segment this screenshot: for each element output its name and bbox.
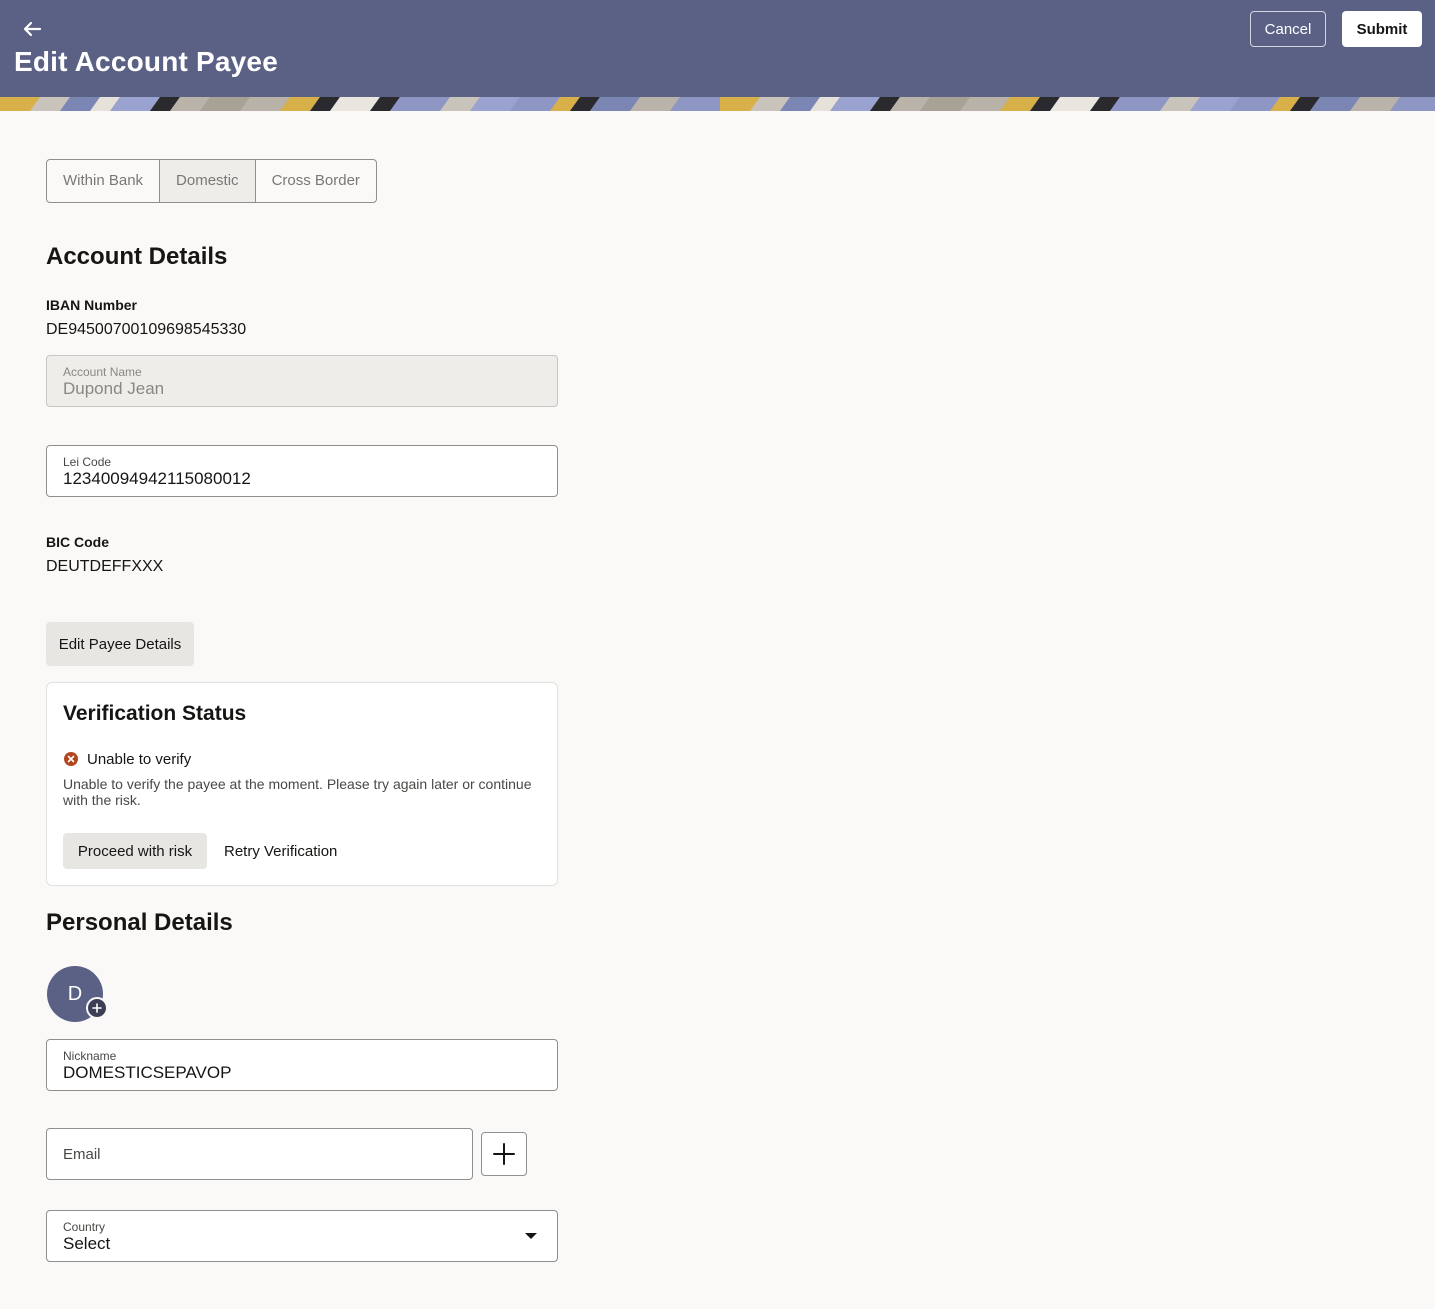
error-icon bbox=[64, 752, 78, 766]
iban-value: DE94500700109698545330 bbox=[46, 321, 247, 338]
iban-label: IBAN Number bbox=[46, 297, 138, 313]
bic-label: BIC Code bbox=[46, 534, 109, 550]
nickname-label: Nickname bbox=[63, 1049, 117, 1063]
edit-payee-details-button[interactable]: Edit Payee Details bbox=[46, 622, 194, 666]
tab-cross-border[interactable]: Cross Border bbox=[256, 160, 376, 202]
lei-code-value[interactable]: 12340094942115080012 bbox=[63, 469, 251, 489]
account-name-field: Account Name Dupond Jean bbox=[46, 355, 558, 407]
personal-details-heading: Personal Details bbox=[46, 909, 233, 936]
page-title: Edit Account Payee bbox=[14, 46, 278, 77]
submit-button[interactable]: Submit bbox=[1342, 11, 1422, 47]
account-name-label: Account Name bbox=[63, 365, 142, 379]
proceed-with-risk-button[interactable]: Proceed with risk bbox=[63, 833, 207, 869]
lei-code-label: Lei Code bbox=[63, 455, 112, 469]
country-value[interactable]: Select bbox=[63, 1234, 110, 1254]
verification-status-heading: Verification Status bbox=[63, 702, 247, 725]
back-arrow-icon[interactable] bbox=[18, 16, 46, 42]
country-select[interactable]: Country Select bbox=[46, 1210, 558, 1262]
country-label: Country bbox=[63, 1220, 106, 1234]
add-email-button[interactable] bbox=[481, 1132, 527, 1176]
payee-type-tabs: Within Bank Domestic Cross Border bbox=[46, 159, 377, 203]
verification-status-card: Verification Status Unable to verify Una… bbox=[46, 682, 558, 886]
account-name-value: Dupond Jean bbox=[63, 379, 165, 398]
verification-message: Unable to verify the payee at the moment… bbox=[63, 776, 532, 808]
email-field[interactable]: Email bbox=[46, 1128, 473, 1180]
add-photo-icon[interactable] bbox=[86, 997, 108, 1019]
verification-status-text: Unable to verify bbox=[87, 751, 192, 768]
decorative-banner bbox=[0, 97, 1435, 111]
nickname-value[interactable]: DOMESTICSEPAVOP bbox=[63, 1063, 231, 1083]
retry-verification-button[interactable]: Retry Verification bbox=[215, 833, 346, 869]
account-details-heading: Account Details bbox=[46, 243, 228, 270]
cancel-button[interactable]: Cancel bbox=[1250, 11, 1326, 47]
tab-within-bank[interactable]: Within Bank bbox=[47, 160, 161, 202]
plus-icon bbox=[493, 1143, 515, 1165]
email-placeholder: Email bbox=[63, 1146, 101, 1163]
chevron-down-icon[interactable] bbox=[525, 1233, 537, 1239]
page-header: Edit Account Payee Cancel Submit bbox=[0, 0, 1435, 111]
tab-domestic[interactable]: Domestic bbox=[160, 160, 256, 202]
nickname-field[interactable]: Nickname DOMESTICSEPAVOP bbox=[46, 1039, 558, 1091]
lei-code-field[interactable]: Lei Code 12340094942115080012 bbox=[46, 445, 558, 497]
bic-value: DEUTDEFFXXX bbox=[46, 558, 164, 575]
